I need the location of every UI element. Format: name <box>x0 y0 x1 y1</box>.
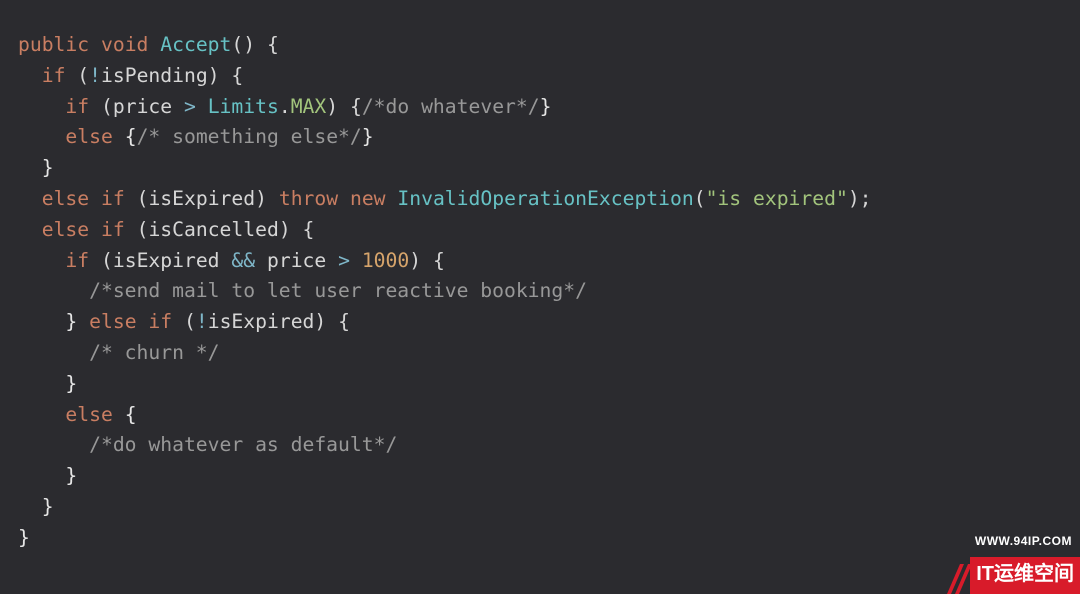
code-line: else {/* something else*/} <box>18 125 374 148</box>
code-block: public void Accept() { if (!isPending) {… <box>0 0 1080 554</box>
watermark-brand: IT运维空间 <box>970 557 1080 594</box>
code-line: public void Accept() { <box>18 33 279 56</box>
code-line: else { <box>18 403 137 426</box>
code-line: if (isExpired && price > 1000) { <box>18 249 445 272</box>
code-line: /*send mail to let user reactive booking… <box>18 279 587 302</box>
code-line: } else if (!isExpired) { <box>18 310 350 333</box>
code-line: /*do whatever as default*/ <box>18 433 397 456</box>
code-line: else if (isCancelled) { <box>18 218 314 241</box>
code-line: } <box>18 372 77 395</box>
code-line: if (price > Limits.MAX) {/*do whatever*/… <box>18 95 551 118</box>
code-line: else if (isExpired) throw new InvalidOpe… <box>18 187 872 210</box>
watermark-slash-icon <box>912 564 972 594</box>
code-line: } <box>18 156 54 179</box>
code-line: } <box>18 464 77 487</box>
code-line: } <box>18 495 54 518</box>
code-line: } <box>18 526 30 549</box>
code-line: if (!isPending) { <box>18 64 243 87</box>
code-line: /* churn */ <box>18 341 220 364</box>
